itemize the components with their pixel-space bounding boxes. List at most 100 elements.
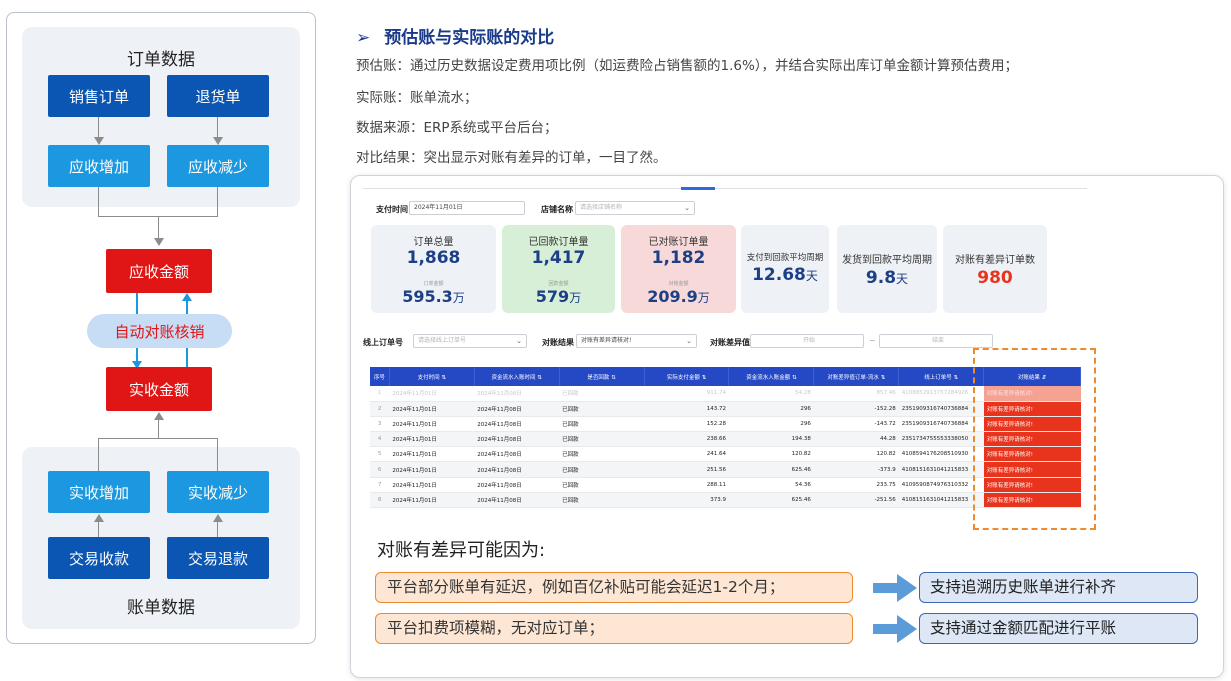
table-header-cell[interactable]: 是否回款 ⇅ xyxy=(559,367,645,386)
table-cell: 2024年11月08日 xyxy=(474,401,560,417)
table-cell: 120.82 xyxy=(728,446,814,463)
table-cell: 288.11 xyxy=(644,477,729,493)
table-cell: 2024年11月01日 xyxy=(389,477,475,493)
table-cell: 5 xyxy=(370,446,390,463)
table-cell: -143.72 xyxy=(813,416,899,433)
pay-time-input[interactable]: 2024年11月01日 xyxy=(409,201,525,215)
kpi-reconciled-amount-label: 对账金额 xyxy=(668,281,689,287)
table-header-cell[interactable]: 实际支付金额 ⇅ xyxy=(644,367,730,386)
table-cell: 625.46 xyxy=(728,492,814,509)
table-cell: 2024年11月01日 xyxy=(389,416,475,433)
table-cell: 241.64 xyxy=(644,446,729,463)
table-cell: 已回款 xyxy=(559,386,645,402)
reconciliation-flow-diagram: 订单数据 账单数据 销售订单 退货单 应收增加 应收减少 应收金额 自动对账核销… xyxy=(6,12,316,644)
kpi-order-total-label: 订单总量 xyxy=(413,237,454,248)
table-cell: 4108151631041215833 xyxy=(898,461,984,478)
table-cell: 4108151631041215833 xyxy=(898,492,984,509)
kpi-order-amount-label: 订单金额 xyxy=(423,281,444,287)
kpi-returned-amount-label: 回款金额 xyxy=(548,281,569,287)
received-decrease-box: 实收减少 xyxy=(167,471,269,513)
table-header-cell[interactable]: 资金流水入账金额 ⇅ xyxy=(728,367,815,386)
table-cell: 已回款 xyxy=(559,431,645,448)
table-cell: 2024年11月01日 xyxy=(389,492,475,509)
table-cell: 1 xyxy=(370,386,390,402)
kpi-reconciled-label: 已对账订单量 xyxy=(648,237,709,248)
arrow-right-icon xyxy=(873,615,917,643)
reason-unclear-fee: 平台扣费项模糊，无对应订单； xyxy=(375,613,853,644)
result-select[interactable]: 对账有差异请核对! ⌄ xyxy=(576,334,697,348)
kpi-returned-value: 1,417 xyxy=(531,248,586,268)
desc-result: 对比结果：突出显示对账有差异的订单，一目了然。 xyxy=(356,150,667,166)
kpi-ship-to-return-value: 9.8 xyxy=(865,268,897,288)
table-cell: 4 xyxy=(370,431,390,448)
chevron-down-icon: ⌄ xyxy=(684,204,690,212)
kpi-order-total-value: 1,868 xyxy=(406,248,461,268)
table-cell: 2351909316740736884 xyxy=(898,416,984,433)
table-header-cell[interactable]: 序号 xyxy=(370,367,390,386)
table-cell: 2024年11月01日 xyxy=(389,401,475,417)
table-cell: 143.72 xyxy=(644,401,729,417)
bill-data-title: 账单数据 xyxy=(127,598,195,618)
table-cell: 2024年11月08日 xyxy=(474,431,560,448)
kpi-diff-orders-value: 980 xyxy=(977,268,1013,288)
table-cell: 已回款 xyxy=(559,401,645,417)
dashboard-screenshot-card: 支付时间 2024年11月01日 店铺名称 请选择店铺名称 ⌄ 订单总量 1,86… xyxy=(350,175,1224,678)
diff-end-input[interactable]: 结束 xyxy=(879,334,993,348)
shop-select[interactable]: 请选择店铺名称 ⌄ xyxy=(575,201,695,215)
kpi-ship-to-return: 发货到回款平均周期 9.8天 xyxy=(837,225,937,313)
table-cell: 44.28 xyxy=(813,431,899,448)
section-title-text: 预估账与实际账的对比 xyxy=(384,28,555,48)
table-cell: 4108852913757284926 xyxy=(898,386,984,402)
table-cell: 已回款 xyxy=(559,446,645,463)
table-cell: 296 xyxy=(728,401,814,417)
kpi-returned: 已回款订单量 1,417 回款金额 579万 xyxy=(502,225,615,313)
kpi-ship-to-return-label: 发货到回款平均周期 xyxy=(842,255,932,266)
diff-start-input[interactable]: 开始 xyxy=(750,334,864,348)
table-cell: 4108594176208510930 xyxy=(898,446,984,463)
table-cell: 6 xyxy=(370,461,390,478)
table-cell: -152.28 xyxy=(813,401,899,417)
sales-order-box: 销售订单 xyxy=(48,75,150,117)
kpi-reconciled: 已对账订单量 1,182 对账金额 209.9万 xyxy=(621,225,736,313)
table-cell: 238.66 xyxy=(644,431,729,448)
table-cell: 2 xyxy=(370,401,390,417)
pay-time-label: 支付时间 xyxy=(376,205,408,214)
table-cell: 373.9 xyxy=(644,492,729,509)
chevron-down-icon: ⌄ xyxy=(686,337,692,345)
return-order-box: 退货单 xyxy=(167,75,269,117)
table-cell: 2024年11月01日 xyxy=(389,431,475,448)
shop-label: 店铺名称 xyxy=(541,205,573,214)
diff-range-separator: ~ xyxy=(869,336,876,345)
kpi-diff-orders-label: 对账有差异订单数 xyxy=(955,255,1035,266)
desc-source: 数据来源：ERP系统或平台后台； xyxy=(356,120,558,136)
result-label: 对账结果 xyxy=(542,338,574,347)
kpi-returned-amount-value: 579 xyxy=(535,287,570,306)
result-select-value: 对账有差异请核对! xyxy=(581,337,632,344)
table-cell: 152.28 xyxy=(644,416,729,433)
table-cell: 2351734755553338050 xyxy=(898,431,984,448)
received-increase-box: 实收增加 xyxy=(48,471,150,513)
table-header-cell[interactable]: 线上订单号 ⇅ xyxy=(898,367,985,386)
diff-range-label: 对账差异值 xyxy=(710,338,750,347)
table-cell: 2024年11月08日 xyxy=(474,492,560,509)
receivable-decrease-box: 应收减少 xyxy=(167,145,269,187)
reason-delay: 平台部分账单有延迟，例如百亿补贴可能会延迟1-2个月； xyxy=(375,572,853,603)
kpi-order-total: 订单总量 1,868 订单金额 595.3万 xyxy=(371,225,496,313)
arrow-right-icon xyxy=(873,574,917,602)
table-cell: 233.75 xyxy=(813,477,899,493)
table-header-cell[interactable]: 资金流水入账时间 ⇅ xyxy=(474,367,560,386)
table-cell: 2024年11月01日 xyxy=(389,461,475,478)
table-cell: 2024年11月01日 xyxy=(389,446,475,463)
table-cell: 4109590874976310332 xyxy=(898,477,984,493)
table-cell: 2024年11月08日 xyxy=(474,461,560,478)
online-order-label: 线上订单号 xyxy=(363,338,403,347)
table-header-cell[interactable]: 支付时间 ⇅ xyxy=(389,367,475,386)
online-order-select[interactable]: 请选择线上订单号 ⌄ xyxy=(413,334,527,348)
kpi-pay-to-return-label: 支付到回款平均周期 xyxy=(746,253,824,263)
kpi-returned-label: 已回款订单量 xyxy=(528,237,589,248)
kpi-pay-to-return-value: 12.68 xyxy=(752,265,806,285)
table-header-cell[interactable]: 对账差异值订单-流水 ⇅ xyxy=(813,367,900,386)
active-tab-indicator[interactable] xyxy=(681,187,715,190)
table-cell: 7 xyxy=(370,477,390,493)
table-cell: 已回款 xyxy=(559,492,645,509)
